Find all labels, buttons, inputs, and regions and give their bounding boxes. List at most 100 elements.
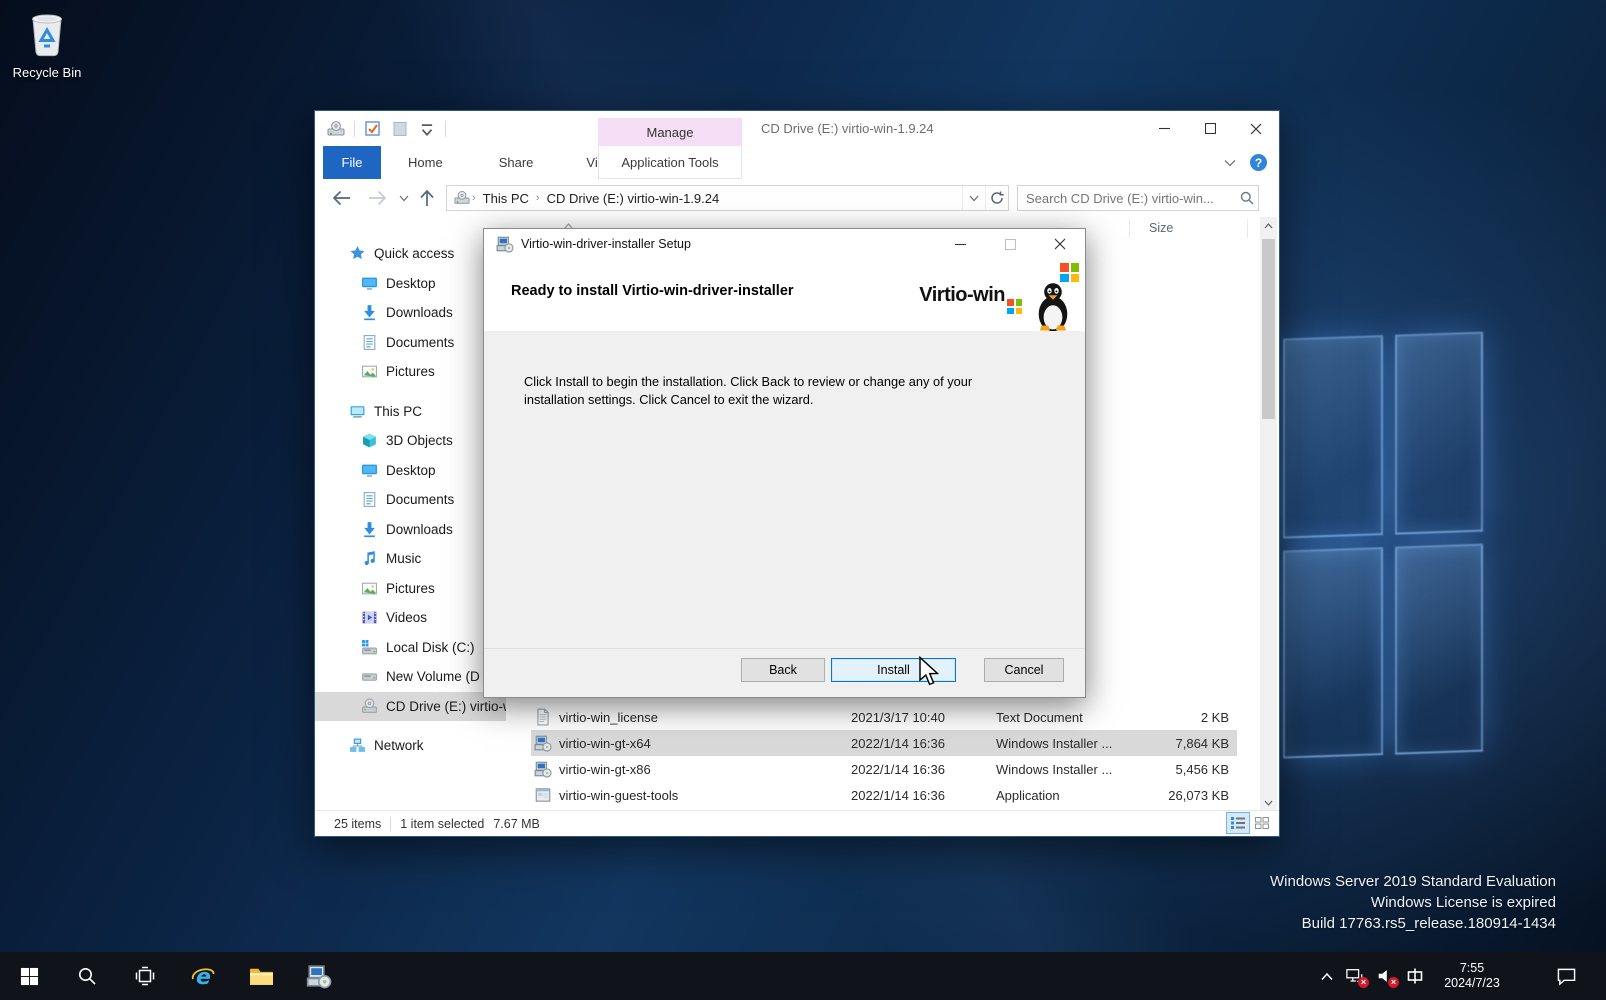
sidebar-item-label: Network [374,738,424,753]
sidebar-item-music[interactable]: Music [315,544,506,574]
appfile-icon [534,786,552,804]
file-name: virtio-win-gt-x64 [559,736,851,751]
file-list: virtio-win_license2021/3/17 10:40Text Do… [506,704,1259,808]
tray-expand-icon[interactable] [1314,952,1340,1000]
sidebar-item-label: Pictures [386,581,435,596]
maximize-button[interactable] [1187,111,1233,146]
sidebar-item-new-volume-d[interactable]: New Volume (D [315,662,506,692]
sidebar-item-desktop[interactable]: Desktop [315,456,506,486]
msifile-icon [534,734,552,752]
sidebar-item-label: Documents [386,335,454,350]
sidebar-item-pictures[interactable]: Pictures [315,357,506,387]
taskbar-installer-icon[interactable] [290,952,348,1000]
close-button[interactable] [1233,111,1279,146]
minimize-button[interactable] [1141,111,1187,146]
qat-properties-icon[interactable] [391,120,409,138]
system-info: Windows Server 2019 Standard EvaluationW… [1270,871,1556,934]
sidebar-item-documents[interactable]: Documents [315,328,506,358]
clock-date: 2024/7/23 [1436,976,1508,991]
search-icon[interactable] [1236,191,1258,205]
ribbon-collapse-icon[interactable] [1224,155,1236,170]
start-button[interactable] [0,952,58,1000]
scrollbar[interactable] [1260,217,1277,811]
tab-file[interactable]: File [323,146,381,179]
search-input[interactable] [1018,191,1236,206]
sidebar-item-videos[interactable]: Videos [315,603,506,633]
breadcrumb-this-pc[interactable]: This PC [477,191,535,206]
sidebar-item-local-disk-c[interactable]: Local Disk (C:) [315,633,506,663]
scrollbar-thumb[interactable] [1262,239,1275,419]
system-info-line: Windows Server 2019 Standard Evaluation [1270,871,1556,892]
file-date-modified: 2021/3/17 10:40 [851,710,996,725]
back-icon[interactable] [329,186,353,210]
network-status-icon[interactable]: × [1340,952,1370,1000]
sidebar-item-3d-objects[interactable]: 3D Objects [315,426,506,456]
sidebar-item-this-pc[interactable]: This PC [315,397,506,427]
pictures-icon [361,580,378,597]
details-view-icon[interactable] [1227,813,1249,833]
back-button[interactable]: Back [741,658,825,682]
sidebar-item-downloads[interactable]: Downloads [315,515,506,545]
address-dropdown-icon[interactable] [962,186,985,210]
sidebar-item-documents[interactable]: Documents [315,485,506,515]
windows-flag-icon [1060,263,1079,282]
file-row-virtio-win-gt-x64[interactable]: virtio-win-gt-x642022/1/14 16:36Windows … [531,730,1237,756]
tab-home[interactable]: Home [391,146,460,179]
tab-application-tools[interactable]: Application Tools [598,146,742,179]
sidebar-item-downloads[interactable]: Downloads [315,298,506,328]
taskbar-clock[interactable]: 7:55 2024/7/23 [1436,961,1508,991]
icons-view-icon[interactable] [1251,813,1273,833]
sidebar-item-cd-drive-e-virtio-w[interactable]: CD Drive (E:) virtio-w [315,692,506,722]
forward-icon[interactable] [365,186,389,210]
file-explorer-icon[interactable] [232,952,290,1000]
tab-share[interactable]: Share [482,146,551,179]
qat-customize-icon[interactable] [418,120,436,138]
dialog-close-icon[interactable] [1035,229,1085,259]
disk-icon [361,668,378,685]
scrollbar-up-icon[interactable] [1260,217,1277,234]
status-selected-size: 7.67 MB [493,817,540,831]
sidebar: Quick access Desktop Downloads Documents Pic… [315,217,506,811]
file-row-virtio-win-guest-tools[interactable]: virtio-win-guest-tools2022/1/14 16:36App… [531,782,1237,808]
internet-explorer-icon[interactable]: e [174,952,232,1000]
network-error-badge: × [1358,977,1369,988]
cancel-button[interactable]: Cancel [984,658,1064,682]
sidebar-item-label: Desktop [386,276,436,291]
sidebar-item-desktop[interactable]: Desktop [315,269,506,299]
volume-muted-icon[interactable]: × [1370,952,1400,1000]
sidebar-item-label: New Volume (D [386,669,480,684]
file-row-virtio-win-gt-x86[interactable]: virtio-win-gt-x862022/1/14 16:36Windows … [531,756,1237,782]
sidebar-item-label: Local Disk (C:) [386,640,475,655]
breadcrumb-current[interactable]: CD Drive (E:) virtio-win-1.9.24 [541,191,726,206]
dialog-minimize-icon[interactable] [935,229,985,259]
file-row-virtio-win-license[interactable]: virtio-win_license2021/3/17 10:40Text Do… [531,704,1237,730]
sidebar-item-label: Downloads [386,522,453,537]
refresh-icon[interactable] [985,186,1008,210]
recycle-bin[interactable]: Recycle Bin [8,8,86,80]
file-type: Windows Installer ... [996,762,1144,777]
history-dropdown-icon[interactable] [395,186,413,210]
objects3d-icon [361,432,378,449]
drive-system-icon[interactable] [327,120,345,138]
downloads-icon [361,304,378,321]
ribbon-manage-group[interactable]: Manage [598,118,742,146]
action-center-icon[interactable] [1544,952,1588,1000]
ime-icon[interactable] [1400,952,1430,1000]
taskbar-search-icon[interactable] [58,952,116,1000]
sidebar-item-pictures[interactable]: Pictures [315,574,506,604]
documents-icon [361,334,378,351]
scrollbar-down-icon[interactable] [1260,794,1277,811]
task-view-icon[interactable] [116,952,174,1000]
status-selected-count: 1 item selected [400,817,484,831]
address-bar[interactable]: › This PC › CD Drive (E:) virtio-win-1.9… [446,185,1009,211]
sidebar-item-network[interactable]: Network [315,731,506,761]
help-icon[interactable]: ? [1250,154,1267,171]
column-header-size[interactable]: Size [1149,221,1173,235]
qat-checkbox-icon[interactable] [364,120,382,138]
file-size: 7,864 KB [1144,736,1237,751]
quick-access-toolbar [327,111,446,146]
up-icon[interactable] [415,186,439,210]
sidebar-item-quick-access[interactable]: Quick access [315,239,506,269]
screen: { "desktop": { "recycle_bin_label": "Rec… [0,0,1606,1000]
sidebar-item-label: Quick access [374,246,454,261]
